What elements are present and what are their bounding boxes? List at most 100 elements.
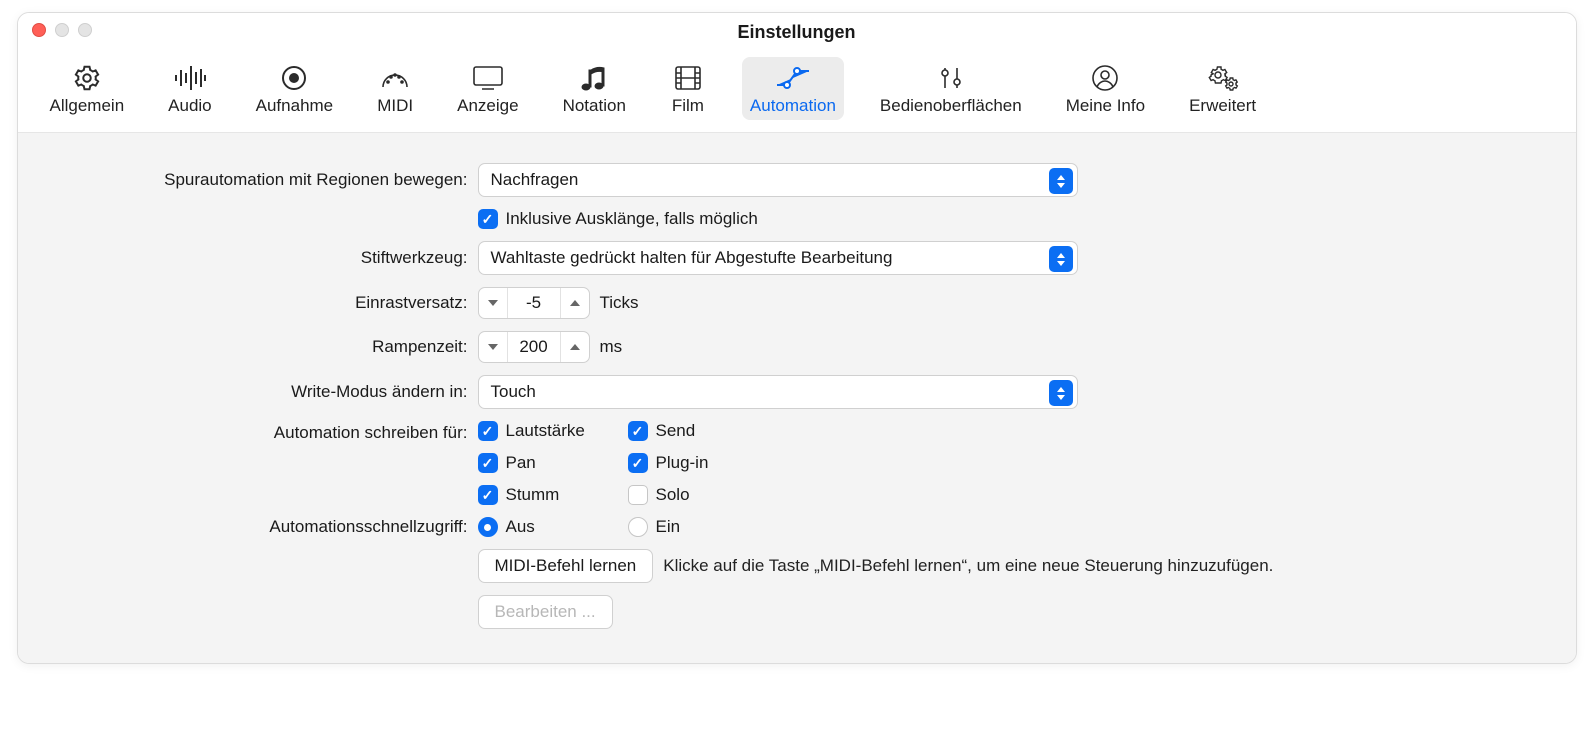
stepper-ramp-time[interactable]: 200 [478,331,590,363]
label-quick-access: Automationsschnellzugriff: [38,517,478,537]
select-value: Nachfragen [491,170,579,190]
checkbox-label: Solo [656,485,690,505]
tab-label: Meine Info [1066,96,1145,116]
checkbox-label: Plug-in [656,453,709,473]
label-snap-offset: Einrastversatz: [38,293,478,313]
tab-label: Audio [168,96,211,116]
tab-audio[interactable]: Audio [160,57,219,120]
checkbox-label: Stumm [506,485,560,505]
checkbox-label: Lautstärke [506,421,585,441]
label-move-track-automation: Spurautomation mit Regionen bewegen: [38,170,478,190]
checkbox-volume[interactable]: Lautstärke [478,421,628,441]
select-value: Touch [491,382,536,402]
tab-display[interactable]: Anzeige [449,57,526,120]
checkbox-icon [478,485,498,505]
tab-advanced[interactable]: Erweitert [1181,57,1264,120]
automation-pane: Spurautomation mit Regionen bewegen: Nac… [18,133,1576,663]
checkbox-icon [628,421,648,441]
radio-icon [628,517,648,537]
checkbox-include-decay[interactable]: Inklusive Ausklänge, falls möglich [478,209,758,229]
record-icon [276,63,312,93]
updown-icon [1049,380,1073,406]
tab-label: Anzeige [457,96,518,116]
tab-control-surfaces[interactable]: Bedienoberflächen [872,57,1030,120]
tab-notation[interactable]: Notation [555,57,634,120]
select-pencil-tool[interactable]: Wahltaste gedrückt halten für Abgestufte… [478,241,1078,275]
sliders-icon [933,63,969,93]
checkbox-label: Send [656,421,696,441]
window-controls [32,23,92,37]
stepper-decrement[interactable] [479,287,507,319]
tab-my-info[interactable]: Meine Info [1058,57,1153,120]
radio-icon [478,517,498,537]
checkbox-icon [628,485,648,505]
label-pencil-tool: Stiftwerkzeug: [38,248,478,268]
tab-midi[interactable]: MIDI [369,57,421,120]
tab-label: Bedienoberflächen [880,96,1022,116]
tab-record[interactable]: Aufnahme [248,57,342,120]
checkbox-icon [478,421,498,441]
checkbox-pan[interactable]: Pan [478,453,628,473]
stepper-increment[interactable] [561,331,589,363]
stepper-snap-offset[interactable]: -5 [478,287,590,319]
zoom-window-button[interactable] [78,23,92,37]
tab-automation[interactable]: Automation [742,57,844,120]
button-edit[interactable]: Bearbeiten ... [478,595,613,629]
radio-label: Ein [656,517,681,537]
checkbox-mute[interactable]: Stumm [478,485,628,505]
radio-quick-on[interactable]: Ein [628,517,778,537]
preferences-toolbar: Allgemein Audio Aufnahme MIDI Anzeige [18,51,1576,133]
tab-label: Aufnahme [256,96,334,116]
checkbox-send[interactable]: Send [628,421,778,441]
tab-label: Film [672,96,704,116]
preferences-window: Einstellungen Allgemein Audio Aufnahme M… [17,12,1577,664]
tab-label: Notation [563,96,626,116]
stepper-value[interactable]: 200 [507,331,561,363]
stepper-decrement[interactable] [479,331,507,363]
monitor-icon [470,63,506,93]
user-circle-icon [1087,63,1123,93]
label-ramp-time: Rampenzeit: [38,337,478,357]
updown-icon [1049,246,1073,272]
checkbox-plugin[interactable]: Plug-in [628,453,778,473]
tab-label: Automation [750,96,836,116]
select-value: Wahltaste gedrückt halten für Abgestufte… [491,248,893,268]
select-write-mode[interactable]: Touch [478,375,1078,409]
checkbox-label: Inklusive Ausklänge, falls möglich [506,209,758,229]
learn-hint-text: Klicke auf die Taste „MIDI-Befehl lernen… [663,556,1273,576]
window-title: Einstellungen [737,22,855,43]
double-gear-icon [1205,63,1241,93]
stepper-value[interactable]: -5 [507,287,561,319]
checkbox-icon [628,453,648,473]
stepper-increment[interactable] [561,287,589,319]
checkbox-solo[interactable]: Solo [628,485,778,505]
tab-label: Erweitert [1189,96,1256,116]
unit-ms: ms [600,337,623,357]
updown-icon [1049,168,1073,194]
select-move-track-automation[interactable]: Nachfragen [478,163,1078,197]
label-write-for: Automation schreiben für: [38,421,478,443]
tab-label: Allgemein [50,96,125,116]
tab-general[interactable]: Allgemein [42,57,133,120]
tab-film[interactable]: Film [662,57,714,120]
radio-quick-off[interactable]: Aus [478,517,628,537]
checkbox-label: Pan [506,453,536,473]
checkbox-icon [478,209,498,229]
midi-gauge-icon [377,63,413,93]
close-window-button[interactable] [32,23,46,37]
button-label: Bearbeiten ... [495,602,596,622]
film-icon [670,63,706,93]
automation-icon [775,63,811,93]
checkbox-icon [478,453,498,473]
minimize-window-button[interactable] [55,23,69,37]
button-label: MIDI-Befehl lernen [495,556,637,576]
radio-label: Aus [506,517,535,537]
unit-ticks: Ticks [600,293,639,313]
gear-icon [69,63,105,93]
label-write-mode: Write-Modus ändern in: [38,382,478,402]
button-learn-midi-command[interactable]: MIDI-Befehl lernen [478,549,654,583]
tab-label: MIDI [377,96,413,116]
waveform-icon [172,63,208,93]
notes-icon [576,63,612,93]
titlebar: Einstellungen [18,13,1576,51]
